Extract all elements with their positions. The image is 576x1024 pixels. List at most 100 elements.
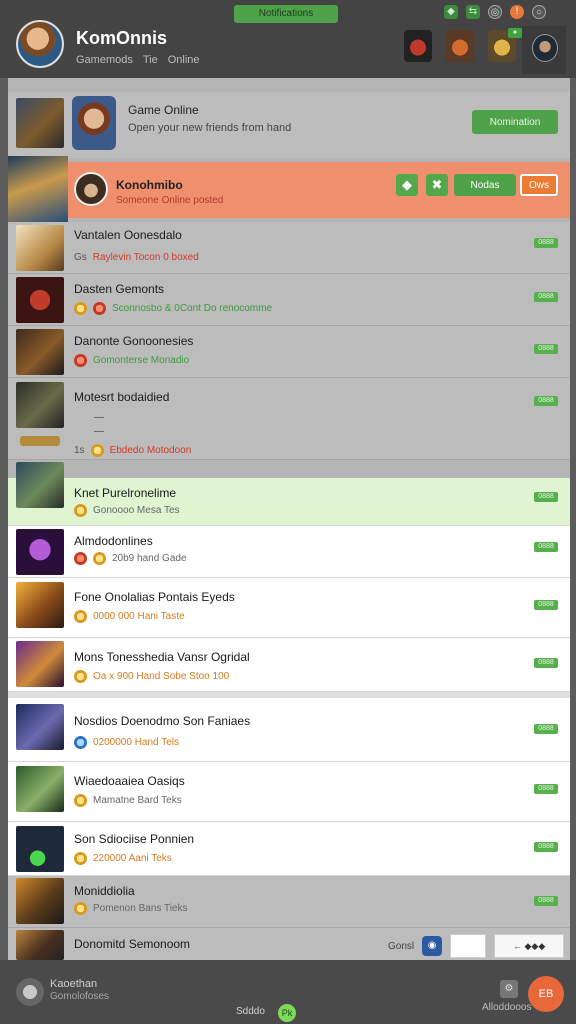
- list-item[interactable]: Knet Purelronelime Gonoooo Mesa Tes 0888: [8, 462, 570, 526]
- circle-icon[interactable]: ○: [532, 5, 546, 19]
- swap-icon[interactable]: ⇆: [466, 5, 480, 19]
- row-title: Danonte Gonoonesies: [74, 334, 194, 348]
- list-item[interactable]: Fone Onolalias Pontais Eyeds 0000 000 Ha…: [8, 578, 570, 638]
- bottom-bar: Kaoethan Gomolofoses Sdddo Pk ⚙ Alloddoo…: [0, 960, 576, 1024]
- footer-center-text: Sdddo: [236, 1006, 265, 1017]
- friend-avatar[interactable]: [404, 30, 432, 62]
- coin-icon: [74, 794, 87, 807]
- row-sub-b: Pomenon Bans Tieks: [93, 903, 188, 914]
- row-title: Son Sdiociise Ponnien: [74, 832, 195, 846]
- row-detail: — —: [94, 412, 104, 437]
- row-sub-b: Gomonterse Monadio: [93, 355, 190, 366]
- row-sub-a: Gs: [74, 252, 87, 263]
- coin-icon: [74, 302, 87, 315]
- crossed-swords-icon[interactable]: ✖: [426, 174, 448, 196]
- profile-tabs: Gamemods Tie Online: [76, 54, 200, 66]
- coin-icon: [74, 902, 87, 915]
- status-tag: 0888: [534, 292, 558, 302]
- list-item[interactable]: Danonte Gonoonesies Gomonterse Monadio 0…: [8, 326, 570, 378]
- footer-avatar[interactable]: [16, 978, 44, 1006]
- list-item[interactable]: Almdodonlines 20b9 hand Gade 0888: [8, 526, 570, 578]
- list-item[interactable]: Wiaedoaaiea Oasiqs Mamatne Bard Teks 088…: [8, 762, 570, 822]
- row-title: Donomitd Semonoom: [74, 937, 191, 951]
- friend-avatars: [404, 30, 516, 62]
- fire-icon: [93, 302, 106, 315]
- selected-friend-avatar: [532, 34, 558, 62]
- coin-icon: [74, 354, 87, 367]
- active-title: Konohmibo: [116, 178, 183, 192]
- footer-icon-label: Alloddooos: [482, 1002, 532, 1013]
- row-subtitle: Gonoooo Mesa Tes: [74, 504, 180, 517]
- row-title: Moniddiolia: [74, 884, 135, 898]
- list-item[interactable]: Nosdios Doenodmo Son Faniaes 0200000 Han…: [8, 698, 570, 762]
- target-icon[interactable]: ◎: [488, 5, 502, 19]
- row-title: Vantalen Oonesdalo: [74, 228, 182, 242]
- row-subtitle: Gomonterse Monadio: [74, 354, 189, 367]
- send-icon[interactable]: [450, 934, 487, 958]
- nav-arrows[interactable]: ← ◆◆◆: [494, 934, 565, 958]
- row-subtitle: Gs Raylevin Tocon 0 boxed: [74, 252, 199, 263]
- game-thumbnail: [16, 878, 64, 924]
- coin-icon: [74, 504, 87, 517]
- friend-avatar[interactable]: [446, 30, 474, 62]
- coin-icon: [74, 852, 87, 865]
- tab-tie[interactable]: Tie: [143, 54, 158, 66]
- status-tag: 0888: [534, 600, 558, 610]
- list-item[interactable]: Moniddiolia Pomenon Bans Tieks 0888: [8, 876, 570, 928]
- game-thumbnail: [16, 641, 64, 687]
- game-thumbnail: [16, 382, 64, 428]
- banner-portrait: [72, 96, 116, 150]
- online-badge: ●: [508, 28, 522, 38]
- list-item[interactable]: Motesrt bodaidied — — 1s Ebdedo Motodoon …: [8, 378, 570, 460]
- game-thumbnail: [16, 462, 64, 508]
- list-item[interactable]: Son Sdiociise Ponnien 220000 Aani Teks 0…: [8, 822, 570, 876]
- status-tag: 0888: [534, 784, 558, 794]
- tab-online[interactable]: Online: [168, 54, 200, 66]
- active-subtitle: Someone Online posted: [116, 195, 224, 206]
- row-title: Dasten Gemonts: [74, 282, 165, 296]
- shield-icon[interactable]: ◉: [422, 936, 443, 956]
- row-title: Fone Onolalias Pontais Eyeds: [74, 590, 235, 604]
- list-item[interactable]: Vantalen Oonesdalo Gs Raylevin Tocon 0 b…: [8, 222, 570, 274]
- row-sub-b: Ebdedo Motodoon: [109, 445, 192, 456]
- row-subtitle: Sconnosbo & 0Cont Do renocomme: [74, 302, 272, 315]
- footer-badge[interactable]: Pk: [278, 1004, 296, 1022]
- row-subtitle: 1s Ebdedo Motodoon: [74, 444, 191, 457]
- status-tag: 0888: [534, 658, 558, 668]
- footer-name: Kaoethan: [50, 978, 98, 990]
- game-thumbnail: [16, 225, 64, 271]
- chat-icon[interactable]: ◆: [396, 174, 418, 196]
- row-subtitle: 220000 Aani Teks: [74, 852, 172, 865]
- alert-icon[interactable]: !: [510, 5, 524, 19]
- row-sub-b: Oa x 900 Hand Sobe Stoo 100: [93, 671, 230, 682]
- rifle-icon: [20, 436, 60, 446]
- controls-label: Gonsl: [388, 940, 415, 952]
- status-tag: 0888: [534, 492, 558, 502]
- status-tag: 0888: [534, 542, 558, 552]
- accept-button[interactable]: Nodas: [454, 174, 516, 196]
- row-title: Mons Tonesshedia Vansr Ogridal: [74, 650, 250, 664]
- floating-action-button[interactable]: EB: [528, 976, 564, 1012]
- row-sub-b: 220000 Aani Teks: [93, 853, 172, 864]
- coin-icon: [74, 736, 87, 749]
- game-thumbnail: [16, 766, 64, 812]
- list-item[interactable]: Mons Tonesshedia Vansr Ogridal Oa x 900 …: [8, 638, 570, 692]
- row-title: Knet Purelronelime: [74, 486, 177, 500]
- settings-icon[interactable]: ⚙: [500, 980, 518, 998]
- game-thumbnail: [16, 582, 64, 628]
- decline-button[interactable]: Ows: [520, 174, 558, 196]
- row-sub-b: 20b9 hand Gade: [112, 553, 187, 564]
- game-thumbnail: [16, 277, 64, 323]
- list-item[interactable]: Dasten Gemonts Sconnosbo & 0Cont Do reno…: [8, 274, 570, 326]
- diamond-icon[interactable]: ◆: [444, 5, 458, 19]
- banner-subtitle: Open your new friends from hand: [128, 122, 292, 134]
- row-sub-b: 0000 000 Hani Taste: [93, 611, 185, 622]
- profile-avatar[interactable]: [16, 20, 64, 68]
- row-subtitle: 20b9 hand Gade: [74, 552, 187, 565]
- nominate-button[interactable]: Nomination: [472, 110, 558, 134]
- active-invite-row[interactable]: Konohmibo Someone Online posted ◆ ✖ Noda…: [8, 156, 570, 222]
- notifications-pill[interactable]: Notifications: [234, 5, 338, 23]
- status-tag: 0888: [534, 238, 558, 248]
- tab-gamemods[interactable]: Gamemods: [76, 54, 133, 66]
- row-sub-b: Raylevin Tocon 0 boxed: [92, 252, 199, 263]
